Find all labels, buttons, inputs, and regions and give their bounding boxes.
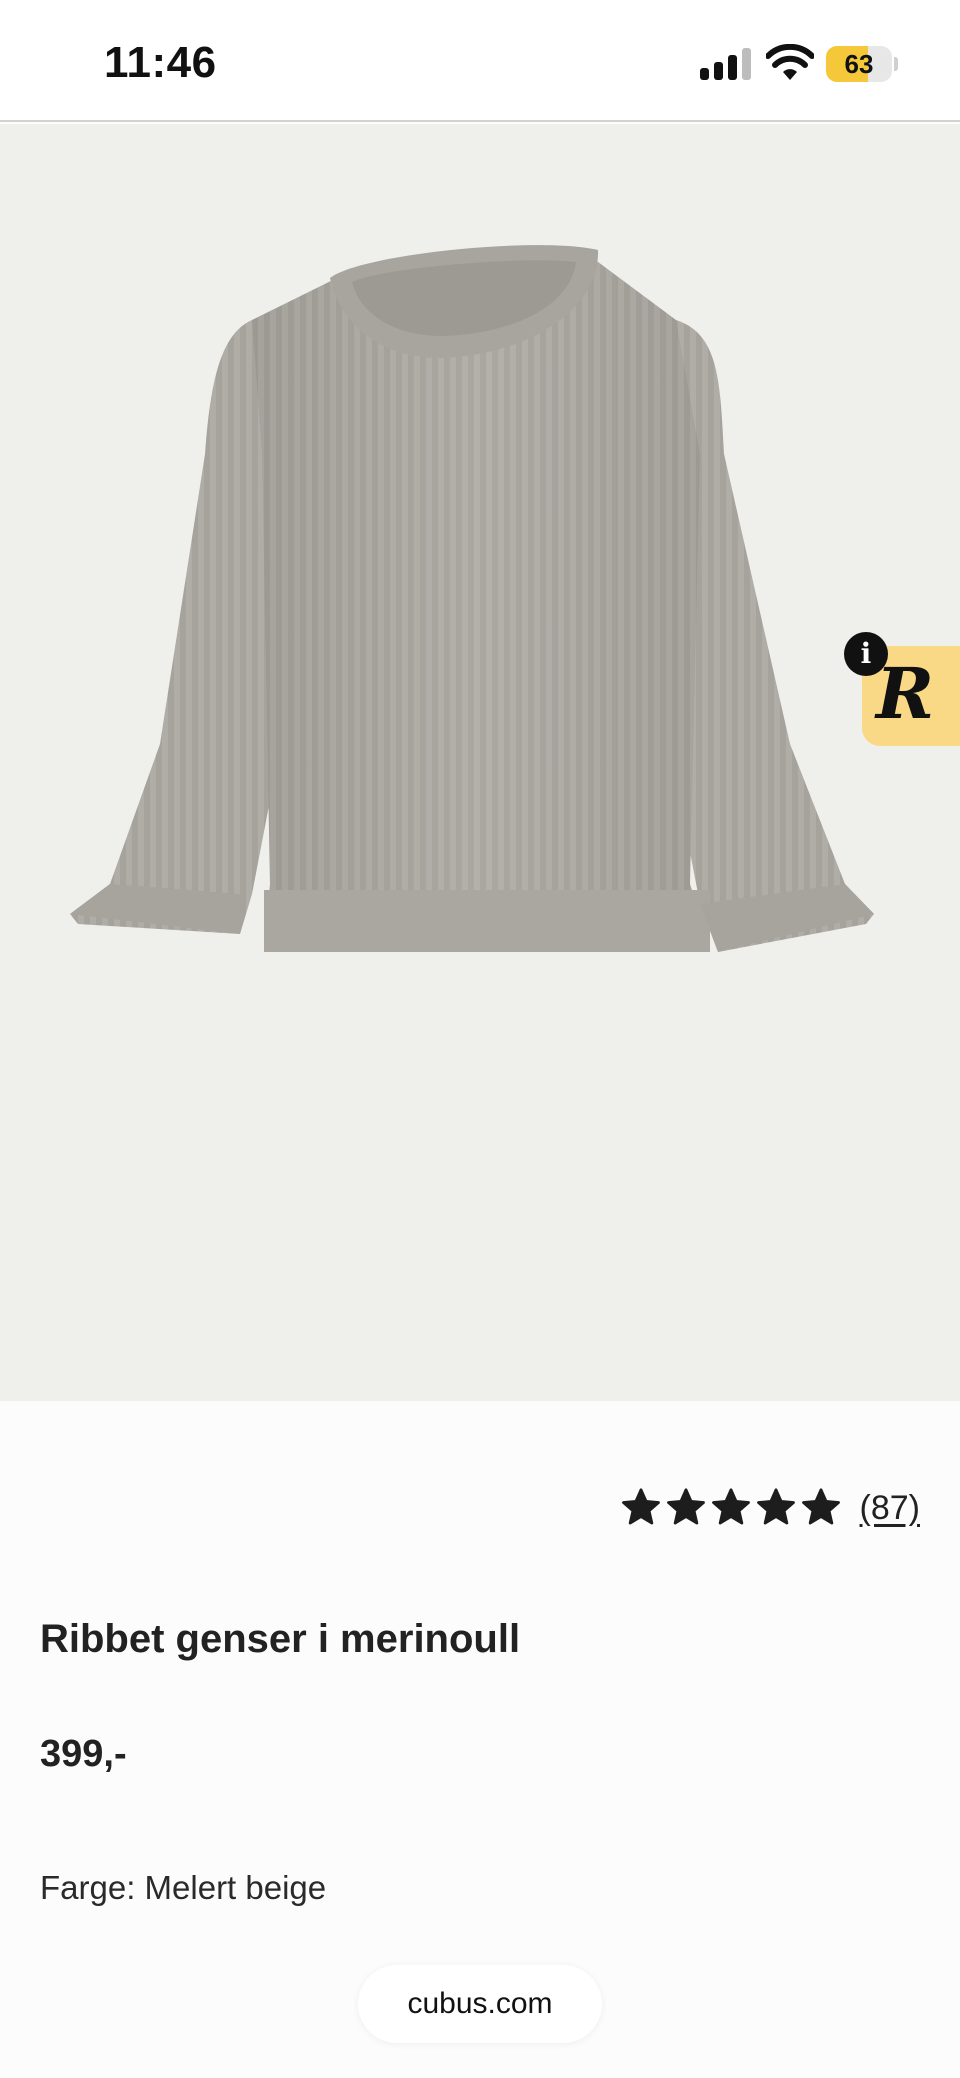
cellular-signal-icon	[700, 48, 752, 80]
browser-url-pill[interactable]: cubus.com	[358, 1965, 602, 2043]
star-icon	[621, 1488, 660, 1525]
battery-percent: 63	[844, 49, 874, 79]
product-price: 399,-	[40, 1733, 127, 1775]
product-image-gallery[interactable]	[0, 124, 960, 1486]
product-rating[interactable]: (87)	[620, 1487, 920, 1529]
wifi-icon	[766, 44, 814, 80]
info-icon[interactable]: i	[844, 632, 888, 676]
rating-stars	[620, 1487, 842, 1529]
review-count-link[interactable]: (87)	[860, 1489, 920, 1528]
product-info: (87) Ribbet genser i merinoull 399,- Far…	[0, 1401, 960, 2078]
status-bar: 11:46 63	[0, 0, 960, 122]
star-icon	[666, 1488, 705, 1525]
status-time: 11:46	[104, 38, 217, 87]
battery-icon: 63	[826, 46, 898, 82]
product-title: Ribbet genser i merinoull	[40, 1617, 521, 1661]
star-icon	[711, 1488, 750, 1525]
star-icon	[756, 1488, 795, 1525]
product-color: Farge: Melert beige	[40, 1869, 327, 1906]
sweater-photo	[70, 245, 874, 952]
star-icon	[801, 1488, 840, 1525]
